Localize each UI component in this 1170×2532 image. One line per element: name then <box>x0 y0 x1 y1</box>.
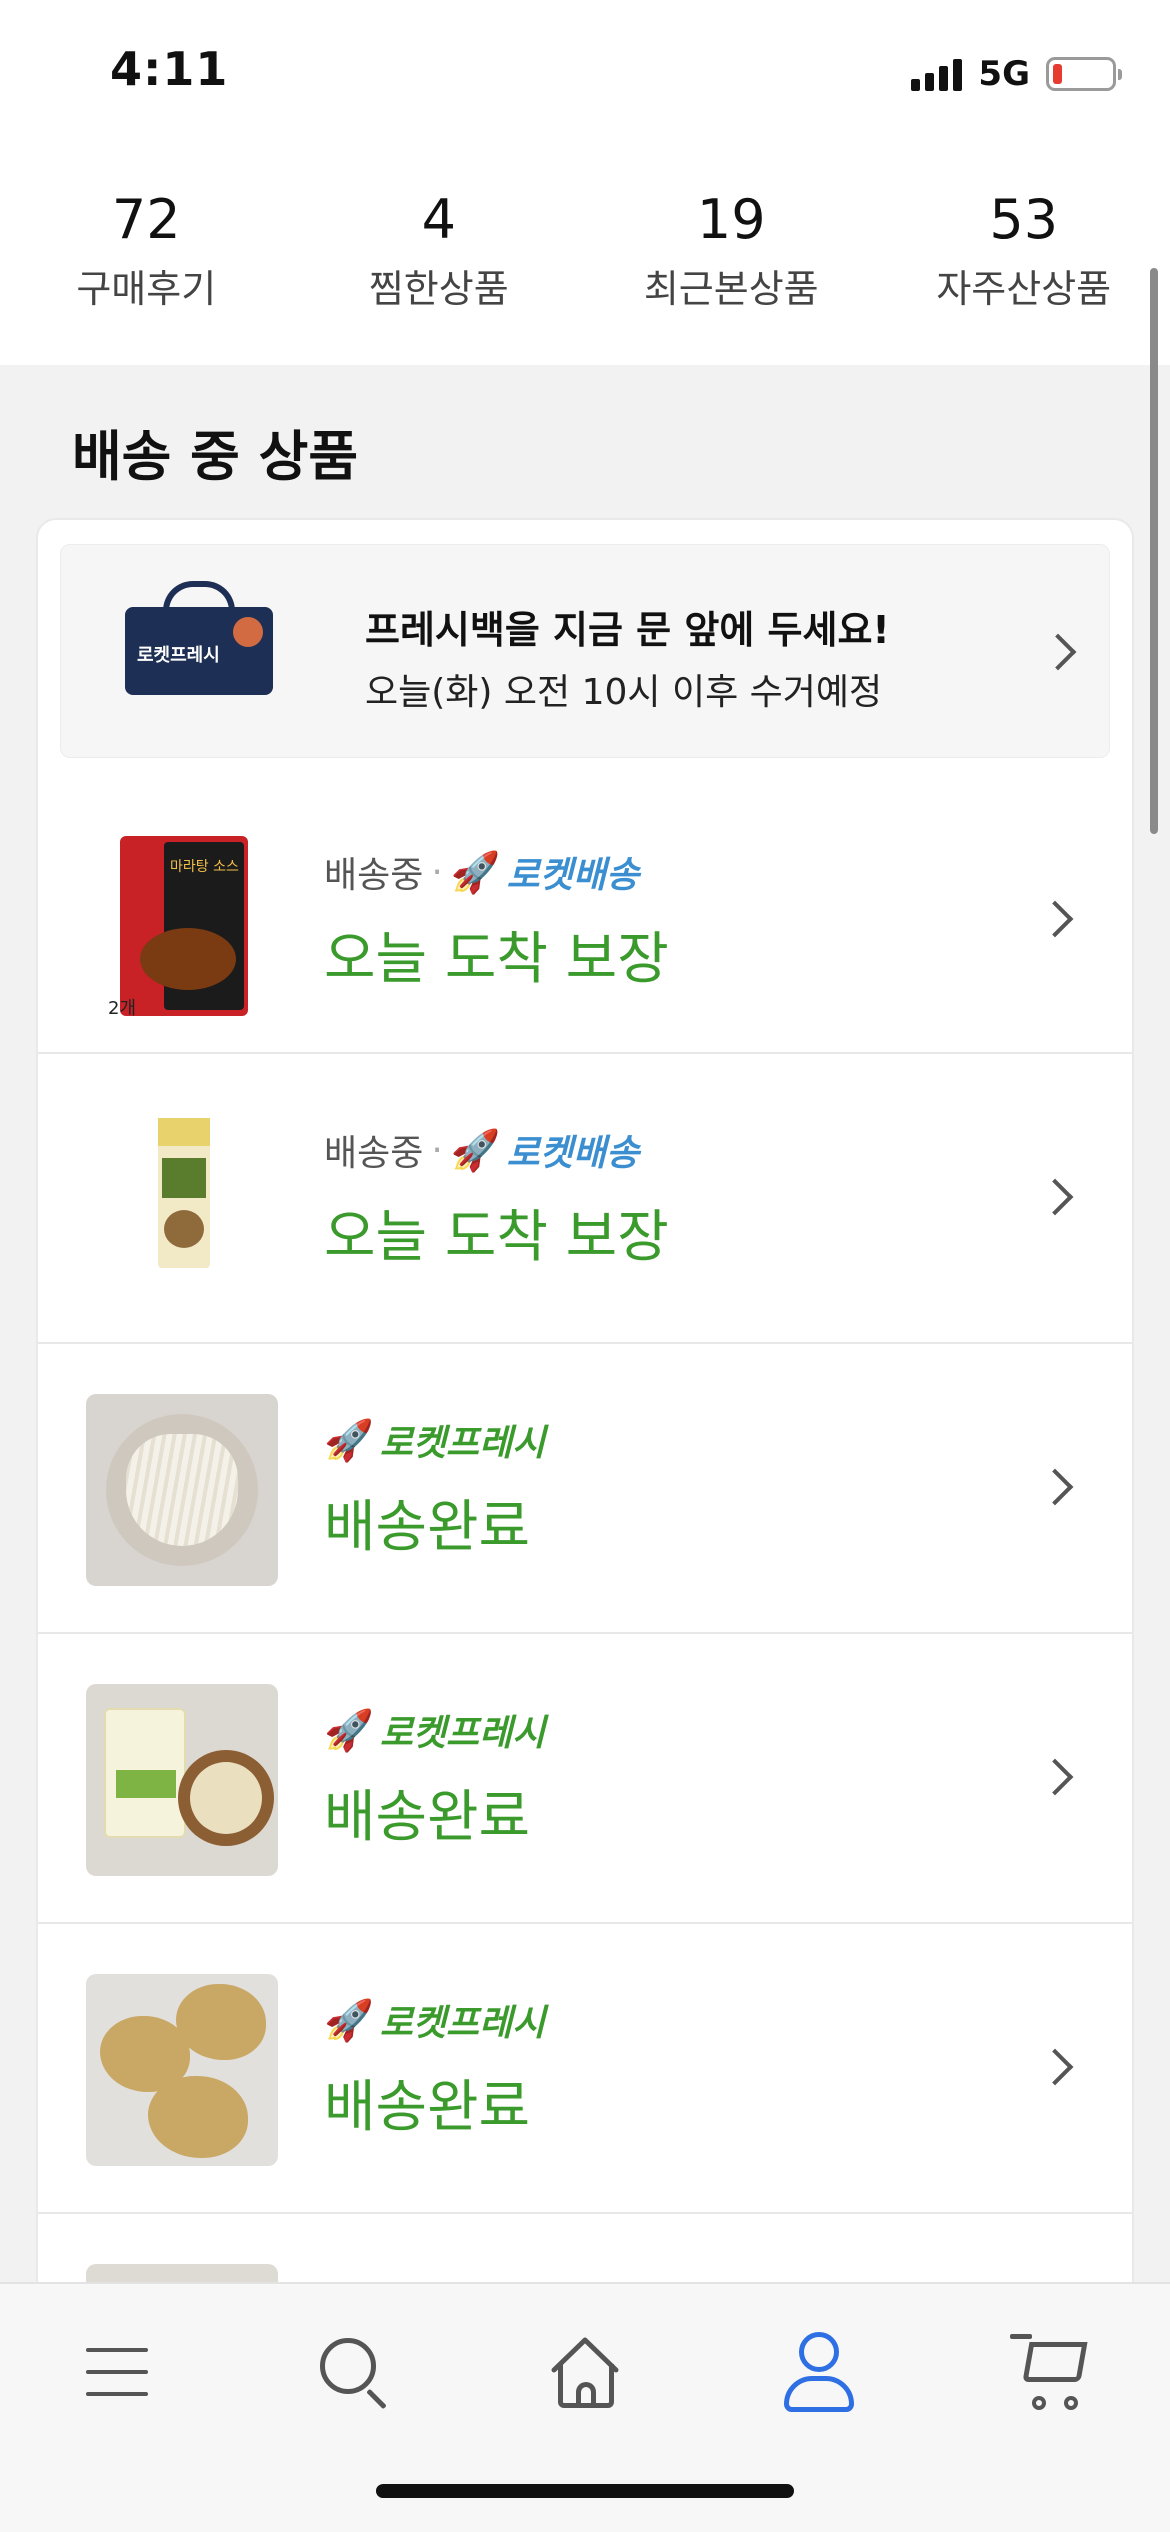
signal-icon <box>911 57 963 91</box>
stat-wishlist[interactable]: 4 찜한상품 <box>293 150 586 365</box>
rocket-icon: 🚀 <box>450 849 501 896</box>
fresh-bag-banner[interactable]: 로켓프레시 프레시백을 지금 문 앞에 두세요! 오늘(화) 오전 10시 이후… <box>60 544 1110 758</box>
rocket-fresh-badge: 로켓프레시 <box>379 2003 546 2044</box>
stat-count: 72 <box>111 188 181 251</box>
item-meta: 🚀 로켓프레시 <box>324 1704 545 1756</box>
shipment-item[interactable]: 🚀 로켓프레시 배송완료 <box>38 1342 1132 1632</box>
rocket-delivery-badge: 로켓배송 <box>506 855 640 896</box>
cart-icon[interactable] <box>1008 2326 1098 2416</box>
bag-label: 로켓프레시 <box>137 645 220 666</box>
menu-icon[interactable] <box>72 2326 162 2416</box>
chevron-right-icon <box>1036 1178 1074 1216</box>
chevron-right-icon <box>1036 2048 1074 2086</box>
status-time: 4:11 <box>110 42 229 96</box>
stat-count: 19 <box>696 188 766 251</box>
delivery-status: 배송완료 <box>324 2075 531 2140</box>
banner-subtitle: 오늘(화) 오전 10시 이후 수거예정 <box>365 672 883 713</box>
chevron-right-icon <box>1036 900 1074 938</box>
shipment-item[interactable]: 마라탕 소스 2개 배송중 · 🚀 로켓배송 오늘 도착 보장 <box>38 776 1132 1066</box>
product-thumbnail <box>86 1974 278 2166</box>
stat-frequently-bought[interactable]: 53 자주산상품 <box>878 150 1170 365</box>
fresh-bag-image: 로켓프레시 <box>125 581 273 695</box>
stat-count: 4 <box>421 188 456 251</box>
item-meta: 🚀 로켓프레시 <box>324 1994 545 2046</box>
rocket-delivery-badge: 로켓배송 <box>506 1133 640 1174</box>
rocket-icon: 🚀 <box>324 1417 374 1464</box>
scrollbar[interactable] <box>1150 268 1158 834</box>
rocket-fresh-badge: 로켓프레시 <box>379 1713 546 1754</box>
delivery-state: 배송중 <box>324 1133 424 1174</box>
item-meta: 배송중 · 🚀 로켓배송 <box>324 846 639 898</box>
item-meta: 🚀 로켓프레시 <box>324 1414 545 1466</box>
network-label: 5G <box>978 54 1030 94</box>
product-thumbnail: 마라탕 소스 2개 <box>86 826 278 1018</box>
shipment-item[interactable]: 🚀 로켓프레시 배송완료 <box>38 1632 1132 1922</box>
chevron-right-icon <box>1039 633 1077 671</box>
shipments-card: 로켓프레시 프레시백을 지금 문 앞에 두세요! 오늘(화) 오전 10시 이후… <box>36 518 1134 2318</box>
stat-label: 찜한상품 <box>368 267 509 311</box>
delivery-state: 배송중 <box>324 855 424 896</box>
user-icon[interactable] <box>774 2326 864 2416</box>
rocket-icon: 🚀 <box>450 1127 501 1174</box>
status-bar: 4:11 5G <box>0 0 1170 150</box>
my-coupang-page: 4:11 5G 72 구매후기 4 찜한상품 19 최근본상품 53 자주산상품… <box>0 0 1170 2532</box>
delivery-status: 배송완료 <box>324 1785 531 1850</box>
stat-reviews[interactable]: 72 구매후기 <box>0 150 293 365</box>
home-indicator <box>376 2484 794 2498</box>
delivery-status: 오늘 도착 보장 <box>324 1205 669 1270</box>
rocket-icon: 🚀 <box>324 1707 374 1754</box>
search-icon[interactable] <box>306 2326 396 2416</box>
quantity-badge: 2개 <box>108 998 137 1018</box>
rocket-icon: 🚀 <box>324 1997 374 2044</box>
status-indicators: 5G <box>911 54 1122 94</box>
rocket-fresh-badge: 로켓프레시 <box>379 1423 546 1464</box>
banner-title: 프레시백을 지금 문 앞에 두세요! <box>365 608 890 652</box>
shipment-item[interactable]: 배송중 · 🚀 로켓배송 오늘 도착 보장 <box>38 1052 1132 1342</box>
stat-label: 최근본상품 <box>643 267 819 311</box>
chevron-right-icon <box>1036 1468 1074 1506</box>
product-thumbnail <box>86 1684 278 1876</box>
delivery-status: 오늘 도착 보장 <box>324 927 669 992</box>
product-thumbnail <box>86 1104 278 1296</box>
stat-count: 53 <box>989 188 1059 251</box>
chevron-right-icon <box>1036 1758 1074 1796</box>
activity-stats: 72 구매후기 4 찜한상품 19 최근본상품 53 자주산상품 <box>0 150 1170 365</box>
product-thumbnail <box>86 1394 278 1586</box>
item-meta: 배송중 · 🚀 로켓배송 <box>324 1124 639 1176</box>
battery-icon <box>1046 57 1122 91</box>
delivery-status: 배송완료 <box>324 1495 531 1560</box>
shipment-item[interactable]: 🚀 로켓프레시 배송완료 <box>38 1922 1132 2212</box>
home-icon[interactable] <box>540 2326 630 2416</box>
stat-recently-viewed[interactable]: 19 최근본상품 <box>585 150 878 365</box>
stat-label: 구매후기 <box>76 267 217 311</box>
stat-label: 자주산상품 <box>936 267 1112 311</box>
section-title: 배송 중 상품 <box>72 425 358 488</box>
